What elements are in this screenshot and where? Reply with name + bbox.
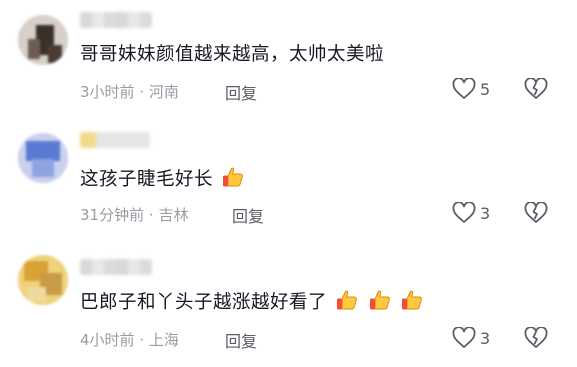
username-blurred[interactable]: [80, 259, 152, 275]
comment-text-content: 哥哥妹妹颜值越来越高，太帅太美啦: [80, 44, 385, 65]
like-count: 3: [480, 203, 491, 223]
avatar[interactable]: [18, 255, 68, 305]
thumbs-up-emoji-icon: [221, 166, 245, 196]
comment-text: 哥哥妹妹颜值越来越高，太帅太美啦: [80, 42, 384, 68]
comment-item: 哥哥妹妹颜值越来越高，太帅太美啦 3小时前 · 河南 回复 5: [0, 0, 577, 120]
comment-time: 3小时前: [80, 83, 135, 101]
comment-time: 31分钟前: [80, 206, 145, 224]
comment-time: 4小时前: [80, 331, 135, 349]
dislike-button[interactable]: [524, 77, 548, 104]
broken-heart-outline-icon: [524, 326, 548, 348]
avatar[interactable]: [18, 133, 68, 183]
like-count: 3: [480, 328, 491, 348]
meta-separator: ·: [148, 206, 154, 224]
like-button[interactable]: 3: [452, 327, 490, 349]
username-blurred[interactable]: [80, 12, 152, 28]
username-blurred[interactable]: [80, 132, 150, 148]
comment-text: 这孩子睫毛好长: [80, 166, 245, 196]
meta-separator: ·: [139, 83, 145, 101]
broken-heart-outline-icon: [524, 201, 548, 223]
reply-button[interactable]: 回复: [225, 328, 257, 352]
comment-location: 上海: [148, 331, 179, 349]
reply-button[interactable]: 回复: [225, 80, 257, 104]
comment-location: 吉林: [158, 206, 189, 224]
avatar[interactable]: [18, 15, 68, 65]
meta-separator: ·: [139, 331, 145, 349]
comment-meta: 31分钟前 · 吉林: [80, 204, 188, 225]
like-button[interactable]: 5: [452, 78, 490, 100]
comment-text-content: 这孩子睫毛好长: [80, 169, 214, 190]
thumbs-up-emoji-icon: [400, 289, 424, 319]
heart-outline-icon: [452, 327, 476, 348]
comment-meta: 3小时前 · 河南: [80, 81, 179, 102]
thumbs-up-emoji-icon: [368, 289, 392, 319]
broken-heart-outline-icon: [524, 77, 548, 99]
heart-outline-icon: [452, 78, 476, 99]
like-button[interactable]: 3: [452, 202, 490, 224]
comment-text: 巴郎子和丫头子越涨越好看了: [80, 289, 424, 319]
comment-meta: 4小时前 · 上海: [80, 329, 179, 350]
comment-item: 巴郎子和丫头子越涨越好看了 4小时前 · 上海 回复 3: [0, 243, 577, 363]
like-count: 5: [480, 79, 491, 99]
comment-item: 这孩子睫毛好长 31分钟前 · 吉林 回复 3: [0, 118, 577, 238]
reply-button[interactable]: 回复: [232, 203, 264, 227]
dislike-button[interactable]: [524, 201, 548, 228]
heart-outline-icon: [452, 202, 476, 223]
thumbs-up-emoji-icon: [335, 289, 359, 319]
dislike-button[interactable]: [524, 326, 548, 353]
comment-location: 河南: [148, 83, 179, 101]
comment-text-content: 巴郎子和丫头子越涨越好看了: [80, 292, 328, 313]
